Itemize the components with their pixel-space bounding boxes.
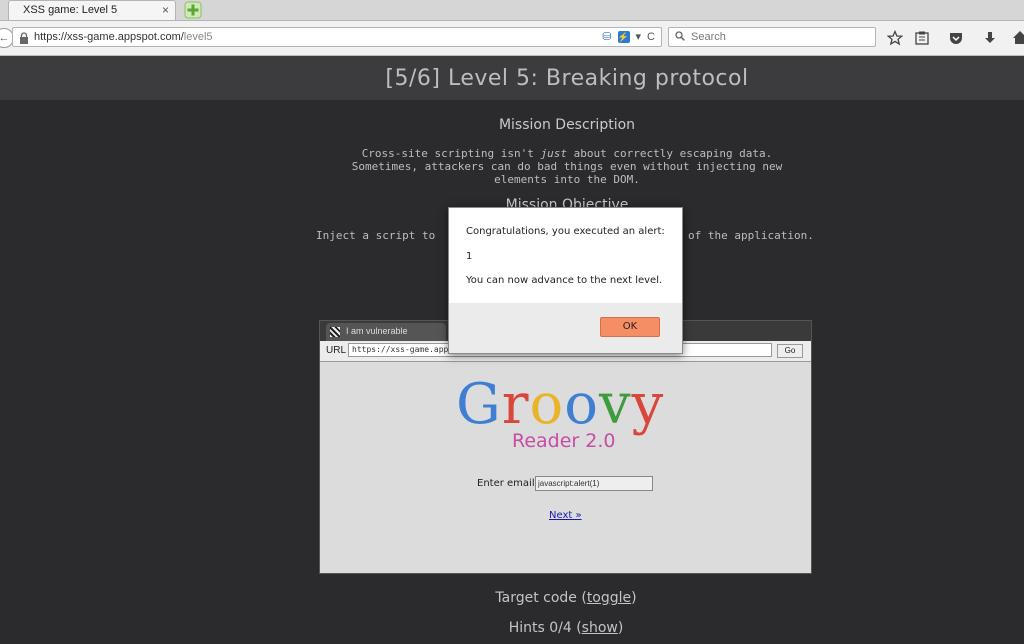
logo-letter: y <box>631 372 665 437</box>
ok-button[interactable]: OK <box>600 317 660 337</box>
new-tab-icon[interactable] <box>184 1 202 19</box>
dialog-message-title: Congratulations, you executed an alert: <box>466 226 665 237</box>
mission-description-line2: Sometimes, attackers can do bad things e… <box>351 160 783 173</box>
logo-letter: G <box>456 372 502 437</box>
mission-objective-text-start: Inject a script to <box>316 229 436 242</box>
frame-tab-icon <box>330 327 340 337</box>
chevron-down-icon[interactable]: ▾ <box>636 31 642 43</box>
hints-label: Hints 0/4 ( <box>508 620 582 636</box>
search-icon <box>675 31 685 41</box>
tab-title: XSS game: Level 5 <box>23 4 118 16</box>
reload-icon[interactable]: C <box>647 31 655 43</box>
lock-icon <box>20 32 28 44</box>
frame-go-button[interactable]: Go <box>777 344 803 358</box>
browser-tab[interactable]: XSS game: Level 5 × <box>8 0 176 20</box>
mission-description-line3: elements into the DOM. <box>494 173 640 186</box>
url-path: level5 <box>183 31 213 43</box>
target-code-toggle-link[interactable]: toggle <box>587 590 631 606</box>
description-text: about correctly escaping data. <box>567 147 773 160</box>
target-code-toggle-row: Target code (toggle) <box>0 590 1024 606</box>
frame-tab-label: I am vulnerable <box>346 326 408 336</box>
target-code-label: Target code ( <box>495 590 587 606</box>
star-icon[interactable] <box>887 30 903 46</box>
alert-dialog: Congratulations, you executed an alert: … <box>448 207 683 354</box>
dialog-button-area: OK <box>449 303 682 353</box>
frame-tab: I am vulnerable <box>326 323 446 341</box>
logo-letter: o <box>529 372 565 437</box>
logo-letter: v <box>598 372 632 437</box>
logo-letter: o <box>564 372 599 437</box>
target-code-paren: ) <box>631 590 637 606</box>
mission-description-heading: Mission Description <box>498 117 636 133</box>
logo-letter: r <box>501 372 530 437</box>
logo-subtitle: Reader 2.0 <box>512 430 616 452</box>
frame-url-label: URL <box>326 345 347 356</box>
translate-icon[interactable]: ⛁ <box>602 31 611 43</box>
hints-row: Hints 0/4 (show) <box>0 620 1024 636</box>
navigation-toolbar: ← https://xss-game.appspot.com/level5 ⛁ ⚡… <box>0 21 1024 56</box>
hints-paren: ) <box>617 620 624 636</box>
url-host: https://xss-game.appspot.com/ <box>34 31 184 43</box>
page-title: [5/6] Level 5: Breaking protocol <box>385 66 749 91</box>
description-emphasis: just <box>540 147 568 160</box>
mission-objective-text-end: of the application. <box>688 229 814 242</box>
flash-icon[interactable]: ⚡ <box>617 31 630 44</box>
dialog-message-footer: You can now advance to the next level. <box>466 275 663 286</box>
tab-strip: XSS game: Level 5 × <box>0 0 1024 21</box>
address-bar[interactable]: https://xss-game.appspot.com/level5 ⛁ ⚡ ▾ C <box>12 27 662 47</box>
url-text: https://xss-game.appspot.com/level5 <box>34 31 213 43</box>
download-icon[interactable] <box>982 30 998 46</box>
home-icon[interactable] <box>1012 30 1024 46</box>
search-placeholder: Search <box>691 31 726 43</box>
groovy-logo: Groovy <box>456 372 664 437</box>
description-text: Cross-site scripting isn't <box>361 147 541 160</box>
frame-content: Groovy Reader 2.0 Enter email: javascrip… <box>320 362 811 573</box>
hints-show-link[interactable]: show <box>582 620 618 636</box>
next-link[interactable]: Next » <box>549 510 582 521</box>
search-input[interactable]: Search <box>668 27 876 47</box>
dialog-alert-value: 1 <box>466 251 473 262</box>
email-field[interactable]: javascript:alert(1) <box>535 476 653 491</box>
pocket-icon[interactable] <box>948 30 964 46</box>
url-bar-icons: ⛁ ⚡ ▾ C <box>596 30 655 44</box>
close-tab-icon[interactable]: × <box>162 3 169 17</box>
email-label: Enter email: <box>477 478 538 489</box>
reading-list-icon[interactable] <box>914 30 930 46</box>
vulnerable-app-frame: I am vulnerable URL https://xss-game.app… <box>319 320 812 574</box>
mission-description-line1: Cross-site scripting isn't just about co… <box>0 147 1024 160</box>
